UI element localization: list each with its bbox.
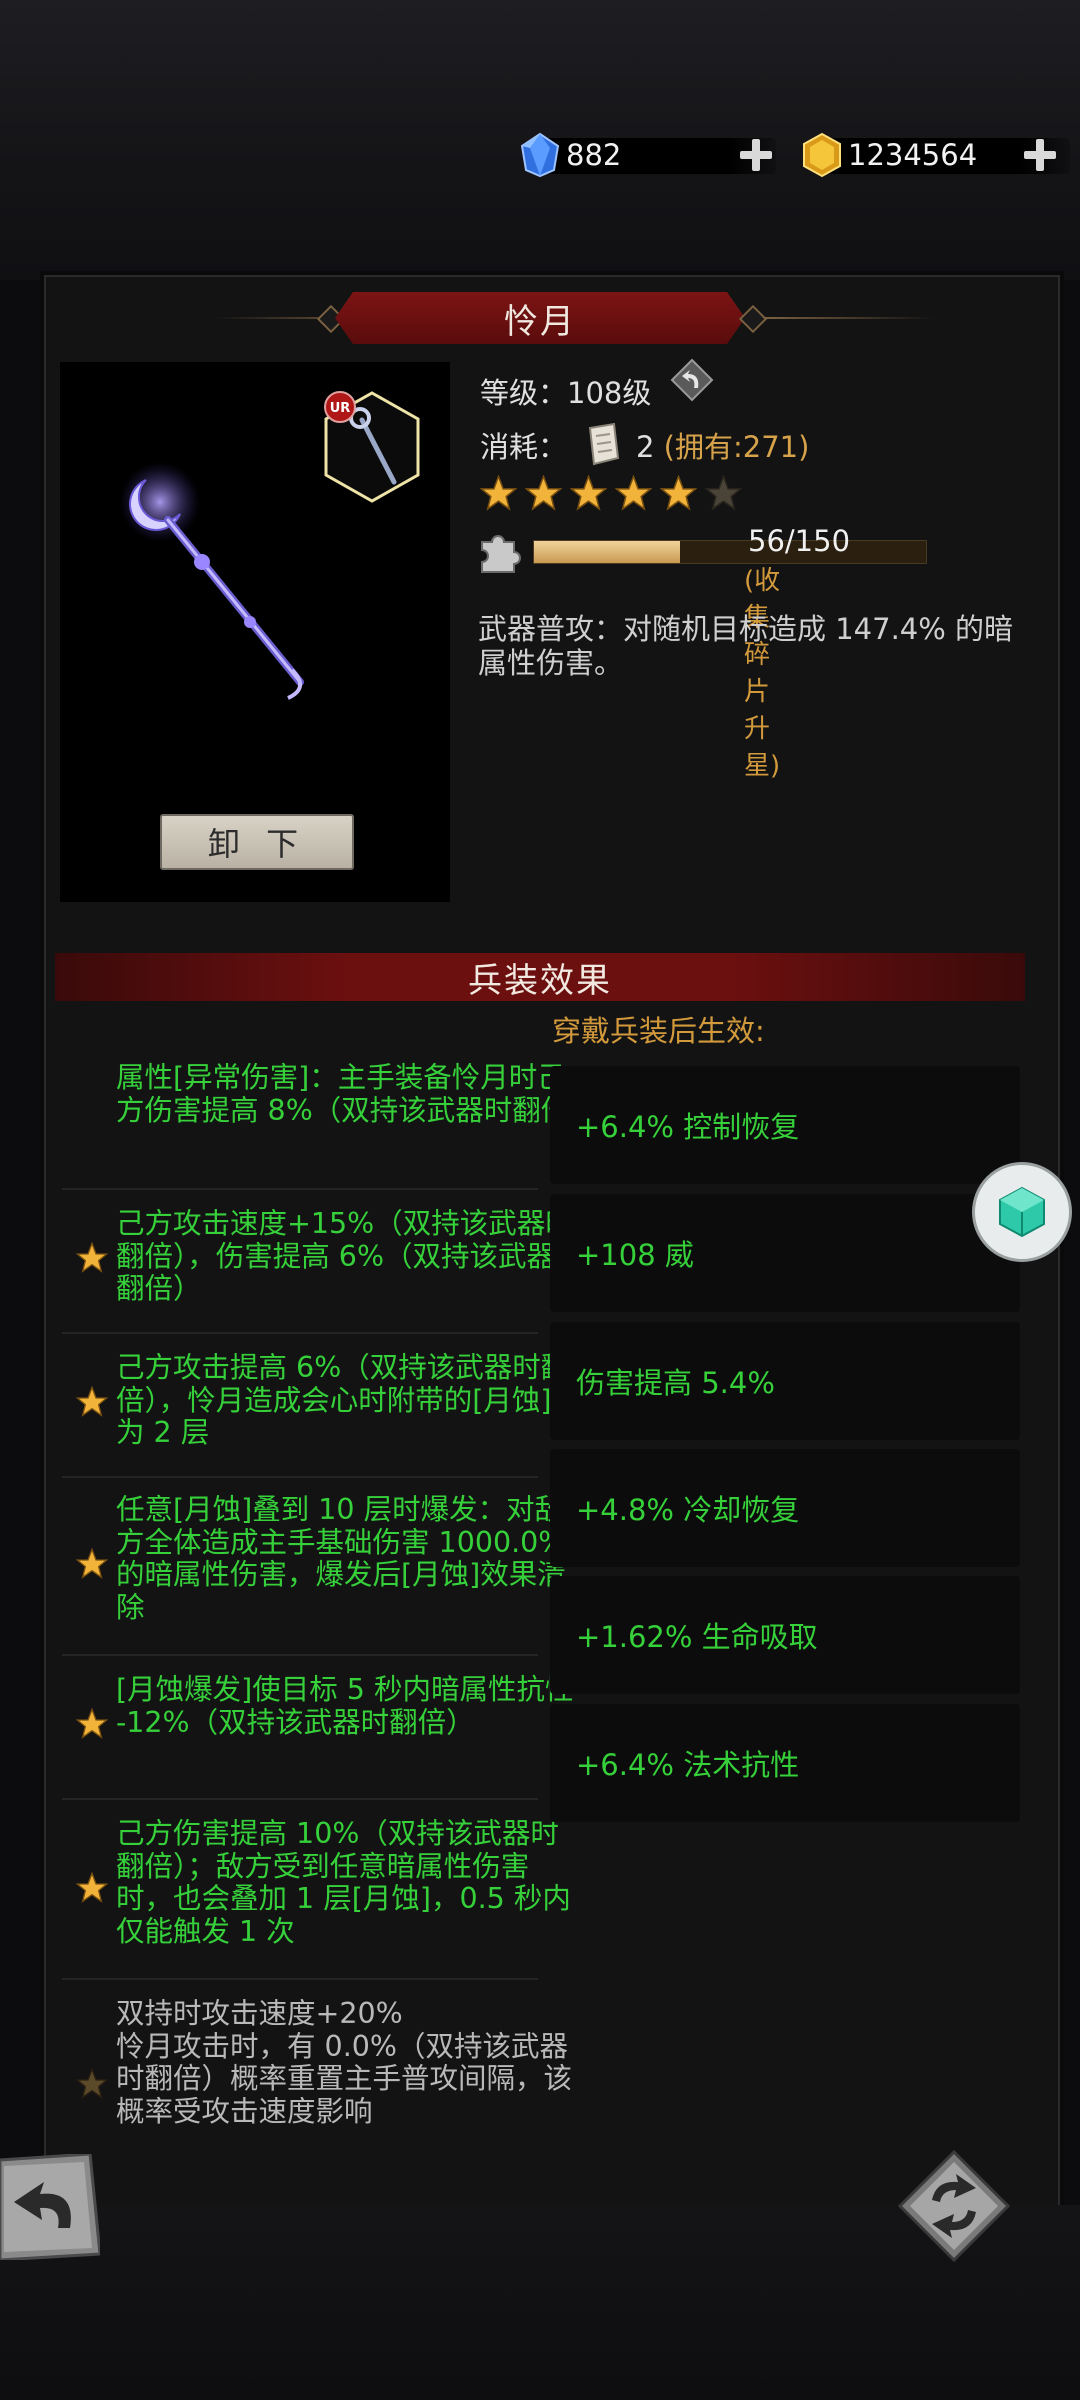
effect-text: 己方攻击提高 6%（双持该武器时翻倍），怜月造成会心时附带的[月蚀]变为 2 层 — [116, 1351, 580, 1449]
blue-gem-icon — [520, 132, 560, 178]
empty-star-icon — [705, 475, 742, 511]
gold-currency: 1234564 — [800, 132, 1070, 178]
gem-amount: 882 — [566, 138, 622, 172]
weapon-description: 武器普攻：对随机目标造成 147.4% 的暗属性伤害。 — [478, 612, 1014, 680]
cube-icon — [999, 1186, 1045, 1238]
puzzle-piece-icon — [481, 535, 521, 573]
weapon-preview: UR 卸 下 — [60, 362, 450, 902]
title-right-line — [765, 317, 935, 319]
cost-amount: 2 — [636, 430, 655, 464]
fragment-progress-bar — [533, 540, 927, 564]
ur-rarity-icon: UR — [324, 391, 356, 423]
gold-coin-icon — [803, 132, 841, 178]
effect-row: 己方攻击提高 6%（双持该武器时翻倍），怜月造成会心时附带的[月蚀]变为 2 层 — [62, 1334, 580, 1478]
star-icon — [76, 2068, 108, 2099]
gem-currency: 882 — [518, 132, 776, 178]
effect-text: [月蚀爆发]使目标 5 秒内暗属性抗性 -12%（双持该武器时翻倍） — [116, 1673, 574, 1739]
cost-row: 消耗： — [480, 424, 567, 466]
star-icon — [615, 475, 652, 511]
effect-text: 己方攻击速度+15%（双持该武器时翻倍），伤害提高 6%（双持该武器时翻倍） — [116, 1207, 584, 1305]
effect-row: 任意[月蚀]叠到 10 层时爆发：对敌方全体造成主手基础伤害 1000.0% 的… — [62, 1478, 566, 1656]
effect-row: 己方攻击速度+15%（双持该武器时翻倍），伤害提高 6%（双持该武器时翻倍） — [62, 1190, 584, 1334]
back-icon[interactable] — [0, 2154, 100, 2260]
effect-text: 属性[异常伤害]：主手装备怜月时己方伤害提高 8%（双持该武器时翻倍） — [116, 1061, 598, 1127]
effect-row: [月蚀爆发]使目标 5 秒内暗属性抗性 -12%（双持该武器时翻倍） — [62, 1656, 574, 1800]
cost-values: 2 (拥有:271) — [636, 424, 809, 466]
star-rating — [480, 475, 742, 512]
fragment-count: 56/150 — [748, 524, 851, 558]
star-icon — [480, 475, 517, 511]
star-icon — [660, 475, 697, 511]
fragment-progress-fill — [534, 541, 681, 563]
bonus-stat: 伤害提高 5.4% — [550, 1322, 1020, 1440]
star-icon — [525, 475, 562, 511]
weapon-staff-image — [120, 462, 304, 700]
unequip-button[interactable]: 卸 下 — [160, 814, 354, 870]
item-title-banner: 怜月 — [215, 292, 935, 344]
level-label: 等级： — [480, 376, 568, 410]
star-icon — [76, 1386, 108, 1417]
bonus-stat: +4.8% 冷却恢复 — [550, 1449, 1020, 1567]
star-icon — [76, 1548, 108, 1579]
effects-title: 兵装效果 — [55, 953, 1025, 1001]
effect-text: 任意[月蚀]叠到 10 层时爆发：对敌方全体造成主手基础伤害 1000.0% 的… — [116, 1493, 566, 1624]
rarity-badge-text: UR — [330, 401, 351, 416]
star-icon — [570, 475, 607, 511]
level-row: 等级：108级 — [480, 370, 651, 412]
bonus-stat: +6.4% 控制恢复 — [550, 1066, 1020, 1184]
effect-text: 双持时攻击速度+20% 怜月攻击时，有 0.0%（双持该武器时翻倍）概率重置主手… — [116, 1997, 573, 2128]
bonus-stat: +6.4% 法术抗性 — [550, 1704, 1020, 1822]
cost-owned: (拥有:271) — [663, 430, 810, 464]
star-icon — [76, 1708, 108, 1739]
bonus-stat: +1.62% 生命吸取 — [550, 1576, 1020, 1694]
floating-cube-button[interactable] — [972, 1162, 1072, 1262]
effect-text: 己方伤害提高 10%（双持该武器时翻倍）；敌方受到任意暗属性伤害时，也会叠加 1… — [116, 1817, 571, 1948]
effect-row: 己方伤害提高 10%（双持该武器时翻倍）；敌方受到任意暗属性伤害时，也会叠加 1… — [62, 1800, 571, 1980]
scroll-icon — [588, 422, 620, 466]
add-gold-plus-icon[interactable] — [1022, 137, 1058, 173]
effect-row: 属性[异常伤害]：主手装备怜月时己方伤害提高 8%（双持该武器时翻倍） — [62, 1058, 598, 1190]
gold-amount: 1234564 — [848, 138, 978, 172]
bonus-stat: +108 威 — [550, 1194, 1020, 1312]
effects-subtitle: 穿戴兵装后生效: — [552, 1014, 765, 1048]
star-icon — [76, 1242, 108, 1273]
cost-label: 消耗： — [480, 430, 568, 464]
add-gems-plus-icon[interactable] — [738, 137, 774, 173]
item-name: 怜月 — [335, 292, 745, 344]
title-right-ornament — [738, 304, 768, 334]
switch-icon[interactable] — [896, 2148, 1012, 2264]
level-value: 108级 — [567, 376, 652, 410]
star-icon — [76, 1872, 108, 1903]
upgrade-arrow-icon[interactable] — [670, 358, 714, 402]
effect-row-inactive: 双持时攻击速度+20% 怜月攻击时，有 0.0%（双持该武器时翻倍）概率重置主手… — [62, 1980, 572, 2194]
